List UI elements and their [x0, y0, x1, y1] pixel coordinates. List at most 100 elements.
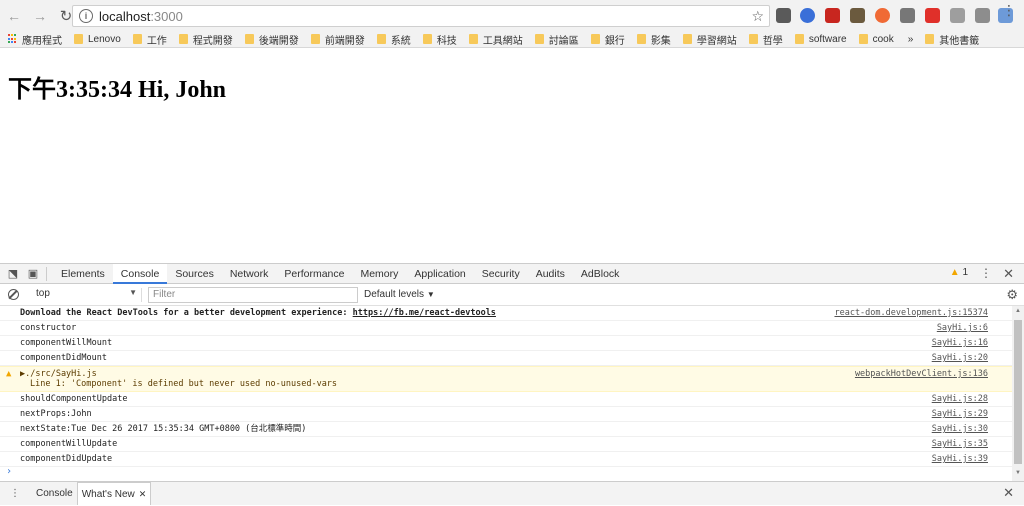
- tab-adblock[interactable]: AdBlock: [573, 264, 628, 284]
- extension-icon[interactable]: [875, 8, 890, 23]
- tab-performance[interactable]: Performance: [276, 264, 352, 284]
- tab-audits[interactable]: Audits: [528, 264, 573, 284]
- extension-icon[interactable]: [925, 8, 940, 23]
- context-value: top: [36, 288, 50, 299]
- bookmark-star-icon[interactable]: ☆: [751, 8, 764, 25]
- close-drawer-icon[interactable]: ✕: [1003, 485, 1014, 501]
- scroll-down-icon[interactable]: ▼: [1015, 470, 1021, 476]
- extension-icon[interactable]: [776, 8, 791, 23]
- bookmarks-bar: 應用程式 Lenovo 工作 程式開發 後端開發 前端開發 系統 科技 工具網站 討論區 銀行 影集…: [0, 31, 1024, 48]
- devtools-drawer: ⋮ Console What's New ✕ ✕: [0, 481, 1024, 505]
- console-source-link[interactable]: SayHi.js:6: [937, 321, 988, 336]
- drawer-tab-what-s-new[interactable]: What's New ✕: [76, 482, 152, 505]
- tab-console[interactable]: Console: [112, 263, 168, 284]
- bookmark-folder[interactable]: 哲學: [748, 32, 783, 47]
- bookmark-folder[interactable]: 系統: [376, 32, 411, 47]
- page-viewport: 下午3:35:34 Hi, John: [0, 49, 1024, 263]
- console-filter-input[interactable]: Filter: [148, 287, 358, 303]
- bookmark-folder[interactable]: 前端開發: [310, 32, 365, 47]
- bookmark-folder[interactable]: 後端開發: [244, 32, 299, 47]
- kebab-menu-icon[interactable]: ⋮: [1002, 3, 1016, 17]
- scroll-up-icon[interactable]: ▲: [1015, 308, 1021, 314]
- bookmark-label: software: [808, 33, 847, 45]
- console-message: componentDidMount: [20, 353, 107, 363]
- extension-icon[interactable]: [950, 8, 965, 23]
- console-link[interactable]: https://fb.me/react-devtools: [353, 308, 496, 318]
- console-scrollbar[interactable]: ▲ ▼: [1012, 306, 1024, 481]
- console-source-link[interactable]: SayHi.js:28: [932, 392, 988, 407]
- devtools-tabbar: ⬔ ▣ Elements Console Sources Network Perform…: [0, 263, 1024, 284]
- console-prompt[interactable]: ›: [6, 466, 12, 477]
- bookmark-folder[interactable]: 工具網站: [468, 32, 523, 47]
- tab-application[interactable]: Application: [406, 264, 473, 284]
- console-row: componentWillUpdate SayHi.js:35: [0, 437, 1012, 452]
- extension-icon[interactable]: [800, 8, 815, 23]
- bookmark-folder[interactable]: Lenovo: [74, 34, 121, 45]
- console-output: Download the React DevTools for a better…: [0, 306, 1012, 481]
- gear-icon[interactable]: ⚙: [1006, 287, 1018, 303]
- bookmark-folder[interactable]: 學習網站: [682, 32, 737, 47]
- folder-icon: [925, 34, 935, 44]
- devtools-menu-icon[interactable]: ⋮: [980, 266, 992, 280]
- console-source-link[interactable]: react-dom.development.js:15374: [834, 306, 988, 321]
- console-source-link[interactable]: webpackHotDevClient.js:136: [855, 367, 988, 382]
- extension-icon[interactable]: [825, 8, 840, 23]
- drawer-menu-icon[interactable]: ⋮: [10, 488, 20, 499]
- bookmark-folder[interactable]: 程式開發: [178, 32, 233, 47]
- bookmark-apps[interactable]: 應用程式: [0, 32, 62, 47]
- folder-icon: [534, 34, 544, 44]
- log-levels-select[interactable]: Default levels ▼: [364, 289, 435, 300]
- bookmark-folder[interactable]: 科技: [422, 32, 457, 47]
- bookmark-folder[interactable]: 銀行: [590, 32, 625, 47]
- close-devtools-icon[interactable]: ✕: [1003, 266, 1014, 282]
- console-source-link[interactable]: SayHi.js:29: [932, 407, 988, 422]
- console-row: shouldComponentUpdate SayHi.js:28: [0, 392, 1012, 407]
- back-arrow-icon[interactable]: ←: [2, 4, 26, 28]
- device-toolbar-icon[interactable]: ▣: [26, 267, 40, 281]
- bookmark-label: 討論區: [548, 35, 579, 47]
- console-source-link[interactable]: SayHi.js:16: [932, 336, 988, 351]
- bookmark-folder[interactable]: 討論區: [534, 32, 579, 47]
- more-chevron: »: [907, 33, 914, 45]
- extension-icon[interactable]: [975, 8, 990, 23]
- levels-label: Default levels: [364, 289, 425, 300]
- drawer-tab-console[interactable]: Console: [32, 482, 77, 505]
- console-source-link[interactable]: SayHi.js:35: [932, 437, 988, 452]
- bookmark-folder[interactable]: cook: [858, 34, 894, 45]
- console-row: nextProps:John SayHi.js:29: [0, 407, 1012, 422]
- bookmark-folder[interactable]: software: [794, 33, 847, 45]
- inspect-element-icon[interactable]: ⬔: [6, 267, 20, 281]
- console-source-link[interactable]: SayHi.js:39: [932, 452, 988, 467]
- tab-security[interactable]: Security: [474, 264, 528, 284]
- divider: [46, 266, 47, 281]
- extension-icon[interactable]: [900, 8, 915, 23]
- info-icon[interactable]: i: [79, 9, 93, 23]
- console-message: componentWillMount: [20, 338, 113, 348]
- tab-sources[interactable]: Sources: [167, 264, 222, 284]
- bookmark-folder[interactable]: 影集: [636, 32, 671, 47]
- context-select[interactable]: top ▼: [30, 288, 142, 302]
- forward-arrow-icon[interactable]: →: [28, 4, 52, 28]
- console-message: Download the React DevTools for a better…: [20, 308, 353, 318]
- bookmark-other[interactable]: 其他書籤: [925, 32, 979, 47]
- folder-icon: [244, 34, 254, 44]
- close-tab-icon[interactable]: ✕: [139, 489, 147, 499]
- console-message: constructor: [20, 323, 77, 333]
- bookmark-folder[interactable]: 工作: [132, 32, 167, 47]
- bookmark-label: 程式開發: [192, 35, 233, 47]
- console-message: componentDidUpdate: [20, 454, 113, 464]
- console-row: componentDidUpdate SayHi.js:39: [0, 452, 1012, 467]
- address-bar[interactable]: i localhost:3000 ☆: [72, 5, 770, 27]
- scroll-thumb[interactable]: [1014, 320, 1022, 464]
- tab-network[interactable]: Network: [222, 264, 277, 284]
- warning-counter[interactable]: ▲ 1: [950, 267, 968, 278]
- clear-console-icon[interactable]: [8, 289, 19, 300]
- tab-elements[interactable]: Elements: [53, 264, 113, 284]
- console-source-link[interactable]: SayHi.js:30: [932, 422, 988, 437]
- bookmarks-more[interactable]: »: [908, 34, 914, 45]
- console-source-link[interactable]: SayHi.js:20: [932, 351, 988, 366]
- tab-memory[interactable]: Memory: [352, 264, 406, 284]
- drawer-tab-label: What's New: [81, 489, 135, 500]
- extension-icon[interactable]: [850, 8, 865, 23]
- apps-icon: [8, 34, 18, 44]
